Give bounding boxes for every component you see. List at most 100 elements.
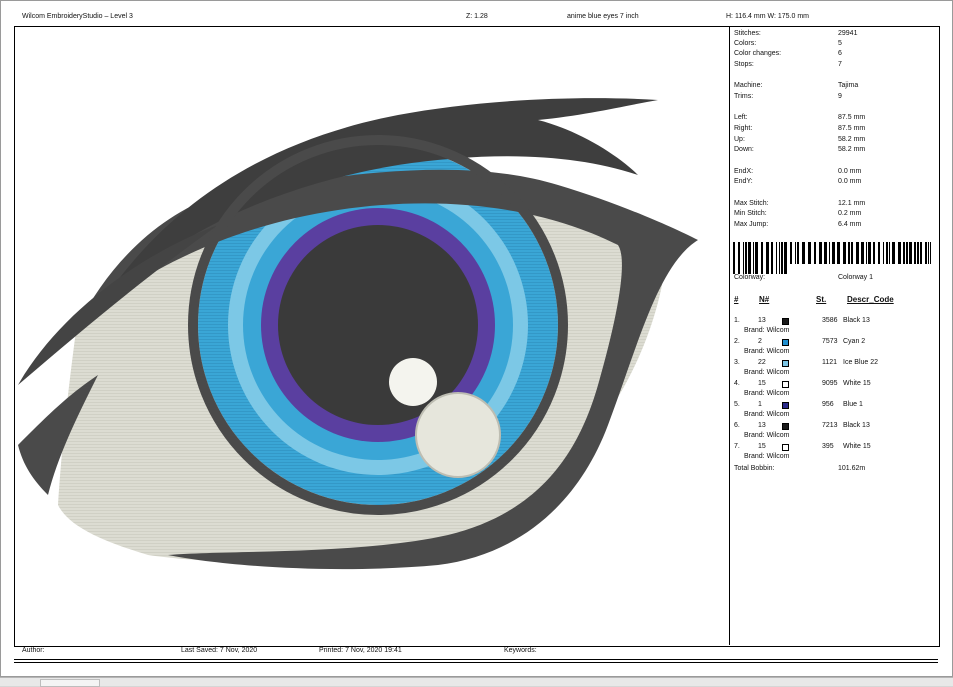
- stat-value: 6.4 mm: [838, 221, 862, 228]
- stat-value: 6: [838, 50, 842, 57]
- barcode-bar: [745, 242, 747, 274]
- color-row-brand: Brand: Wilcom: [744, 390, 790, 397]
- stat-label: EndX:: [734, 168, 754, 175]
- last-saved: Last Saved: 7 Nov, 2020: [181, 647, 258, 654]
- barcode-bar: [738, 242, 740, 274]
- color-row-index: 1.: [734, 317, 740, 324]
- barcode-bar: [776, 242, 777, 274]
- colorway-value: Colorway 1: [838, 274, 874, 281]
- highlight-small: [389, 358, 437, 406]
- barcode-bar: [824, 242, 827, 264]
- barcode-bar: [814, 242, 816, 264]
- app-title: Wilcom EmbroideryStudio – Level 3: [22, 13, 133, 20]
- barcode-bar: [790, 242, 792, 264]
- color-swatch: [782, 381, 789, 388]
- design-name: anime blue eyes 7 inch: [567, 13, 639, 20]
- stat-label: Trims:: [734, 93, 754, 100]
- color-row-brand: Brand: Wilcom: [744, 348, 790, 355]
- design-size: H: 116.4 mm W: 175.0 mm: [726, 13, 809, 20]
- stat-label: Color changes:: [734, 50, 782, 57]
- barcode-bar: [832, 242, 835, 264]
- barcode-bar: [898, 242, 901, 264]
- stat-value: 0.0 mm: [838, 168, 862, 175]
- color-row-index: 4.: [734, 380, 740, 387]
- barcode-bar: [802, 242, 805, 264]
- color-row-index: 7.: [734, 443, 740, 450]
- stat-value: 5: [838, 40, 842, 47]
- author-label: Author:: [22, 647, 45, 654]
- stat-value: 12.1 mm: [838, 200, 866, 207]
- stat-label: Max Stitch:: [734, 200, 769, 207]
- color-row-number: 22: [758, 359, 766, 366]
- barcode-bar: [909, 242, 912, 264]
- color-row-index: 2.: [734, 338, 740, 345]
- color-swatch: [782, 423, 789, 430]
- stat-label: Max Jump:: [734, 221, 769, 228]
- color-row-number: 15: [758, 443, 766, 450]
- stat-label: Down:: [734, 146, 754, 153]
- barcode-bar: [920, 242, 922, 264]
- color-row-brand: Brand: Wilcom: [744, 432, 790, 439]
- stat-label: Stitches:: [734, 30, 761, 37]
- total-bobbin-label: Total Bobbin:: [734, 465, 775, 472]
- color-swatch: [782, 444, 789, 451]
- color-row-number: 13: [758, 317, 766, 324]
- stat-label: EndY:: [734, 178, 753, 185]
- embroidery-design-eye: [18, 98, 698, 570]
- stat-label: Left:: [734, 114, 748, 121]
- footer-rule: [14, 659, 938, 660]
- barcode-bar: [748, 242, 751, 274]
- barcode-bar: [829, 242, 830, 264]
- stat-value: 87.5 mm: [838, 114, 866, 121]
- info-panel-divider: [729, 26, 730, 645]
- barcode-bar: [906, 242, 908, 264]
- barcode-bar: [781, 242, 783, 274]
- taskbar-button[interactable]: [40, 679, 100, 687]
- stat-label: Min Stitch:: [734, 210, 767, 217]
- color-row-description: Blue 1: [843, 401, 863, 408]
- color-row-stitches: 7573: [822, 338, 838, 345]
- barcode-bar: [795, 242, 796, 264]
- barcode-bar: [771, 242, 773, 274]
- keywords-label: Keywords:: [504, 647, 537, 654]
- barcode: [733, 242, 931, 274]
- barcode-bar: [755, 242, 758, 274]
- color-row-number: 13: [758, 422, 766, 429]
- stat-value: 58.2 mm: [838, 146, 866, 153]
- stat-label: Machine:: [734, 82, 763, 89]
- color-swatch: [782, 318, 789, 325]
- stat-value: 0.2 mm: [838, 210, 862, 217]
- color-row-description: Black 13: [843, 317, 870, 324]
- stat-value: 29941: [838, 30, 858, 37]
- color-row-description: Cyan 2: [843, 338, 866, 345]
- stat-label: Colors:: [734, 40, 757, 47]
- color-row-brand: Brand: Wilcom: [744, 327, 790, 334]
- barcode-bar: [914, 242, 916, 264]
- color-row-index: 5.: [734, 401, 740, 408]
- barcode-bar: [917, 242, 919, 264]
- barcode-bar: [883, 242, 884, 264]
- barcode-bar: [868, 242, 871, 264]
- barcode-bar: [928, 242, 929, 264]
- col-header-index: #: [734, 295, 739, 304]
- color-row-description: Black 13: [843, 422, 870, 429]
- color-row-number: 2: [758, 338, 762, 345]
- barcode-bar: [856, 242, 859, 264]
- barcode-bar: [753, 242, 754, 274]
- barcode-bar: [779, 242, 780, 274]
- header-row: Wilcom EmbroideryStudio – Level 3 Z: 1.2…: [0, 13, 953, 25]
- barcode-bar: [848, 242, 850, 264]
- barcode-bar: [878, 242, 880, 264]
- color-row-description: White 15: [843, 443, 871, 450]
- barcode-bar: [766, 242, 769, 274]
- barcode-bar: [797, 242, 799, 264]
- color-row-stitches: 3586: [822, 317, 838, 324]
- stat-value: Tajima: [838, 82, 859, 89]
- color-row-index: 6.: [734, 422, 740, 429]
- barcode-bar: [733, 242, 735, 274]
- stat-value: 87.5 mm: [838, 125, 866, 132]
- footer-row: Author: Last Saved: 7 Nov, 2020 Printed:…: [0, 647, 953, 659]
- color-row-description: White 15: [843, 380, 871, 387]
- color-row-stitches: 9095: [822, 380, 838, 387]
- col-header-description: Descr_Code: [847, 295, 894, 304]
